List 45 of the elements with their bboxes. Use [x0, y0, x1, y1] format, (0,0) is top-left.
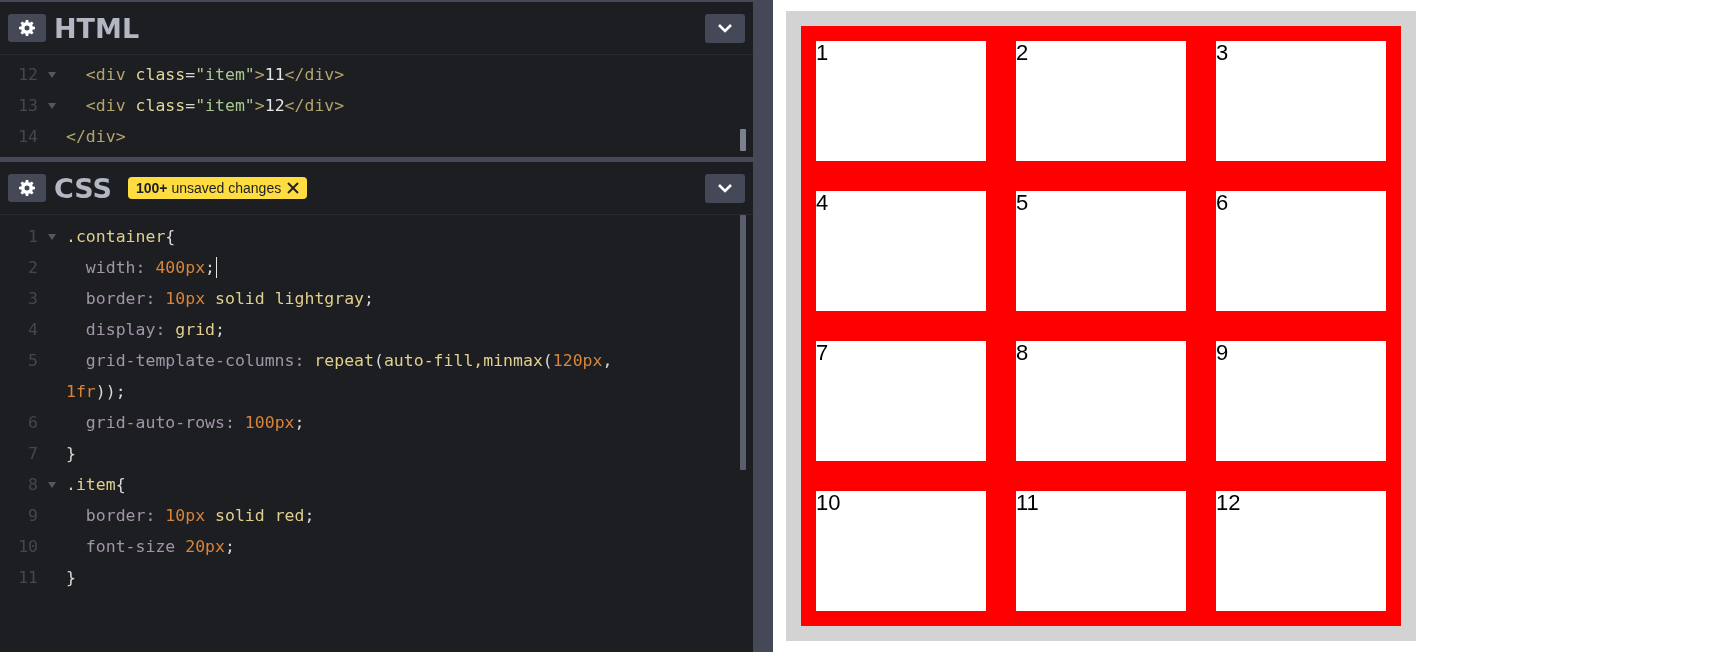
grid-item: 9 — [1201, 326, 1401, 476]
grid-item: 4 — [801, 176, 1001, 326]
grid-item: 11 — [1001, 476, 1201, 626]
code-line: <div class="item">11</div> — [84, 65, 345, 84]
panel-title: CSS — [54, 172, 112, 204]
scrollbar-thumb[interactable] — [740, 215, 746, 470]
code-line: width: 400px; — [84, 258, 216, 277]
code-line: display: grid; — [84, 320, 225, 339]
scrollbar-thumb[interactable] — [740, 129, 746, 151]
code-line: 1fr)); — [66, 382, 126, 401]
fold-arrow-icon[interactable] — [48, 102, 56, 109]
collapse-button[interactable] — [705, 173, 745, 203]
code-line: border: 10px solid red; — [84, 506, 315, 525]
chevron-down-icon — [717, 183, 733, 193]
grid-item: 1 — [801, 26, 1001, 176]
unsaved-changes-badge[interactable]: 100+ unsaved changes — [128, 177, 308, 199]
code-line: grid-template-columns: repeat(auto-fill,minmax(120px, — [84, 351, 613, 370]
grid-item: 8 — [1001, 326, 1201, 476]
code-line: } — [66, 444, 76, 463]
code-line: .container{ — [66, 227, 176, 246]
code-line: </div> — [66, 127, 126, 146]
grid-item: 3 — [1201, 26, 1401, 176]
grid-item: 6 — [1201, 176, 1401, 326]
grid-item: 10 — [801, 476, 1001, 626]
panel-title: HTML — [54, 12, 140, 44]
collapse-button[interactable] — [705, 13, 745, 43]
code-line: border: 10px solid lightgray; — [84, 289, 374, 308]
code-line: } — [66, 568, 76, 587]
grid-item: 2 — [1001, 26, 1201, 176]
code-line: font-size 20px; — [84, 537, 235, 556]
settings-icon — [19, 20, 35, 36]
fold-arrow-icon[interactable] — [48, 481, 56, 488]
fold-arrow-icon[interactable] — [48, 233, 56, 240]
settings-button[interactable] — [8, 174, 46, 202]
grid-item: 7 — [801, 326, 1001, 476]
code-line: .item{ — [66, 475, 126, 494]
grid-item: 5 — [1001, 176, 1201, 326]
grid-item: 12 — [1201, 476, 1401, 626]
settings-icon — [19, 180, 35, 196]
code-line: grid-auto-rows: 100px; — [84, 413, 305, 432]
settings-button[interactable] — [8, 14, 46, 42]
code-line: <div class="item">12</div> — [84, 96, 345, 115]
fold-arrow-icon[interactable] — [48, 71, 56, 78]
close-icon[interactable] — [287, 182, 300, 194]
chevron-down-icon — [717, 23, 733, 33]
